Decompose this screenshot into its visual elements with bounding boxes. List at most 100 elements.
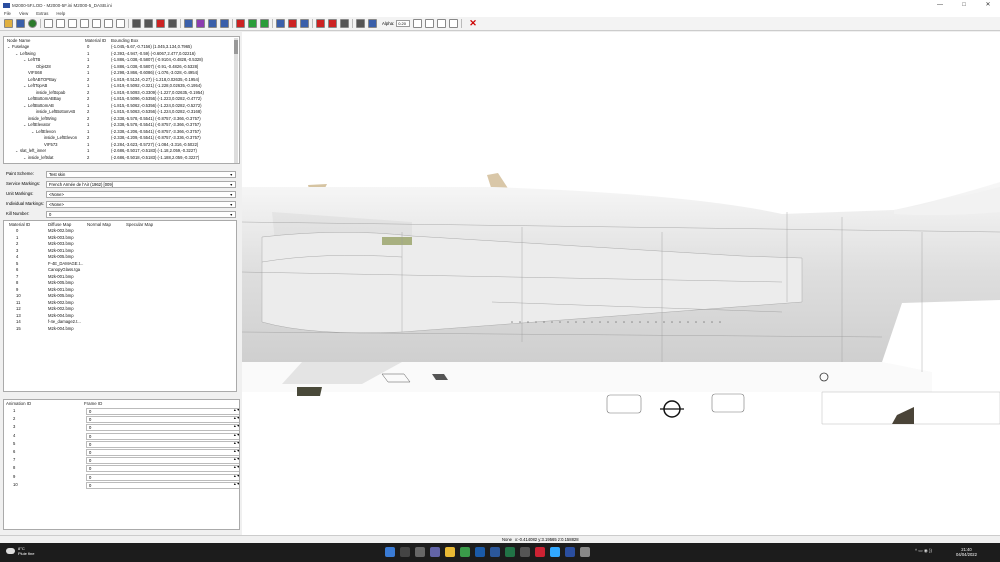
save-icon[interactable] xyxy=(16,19,25,28)
frame-id-stepper[interactable]: 0 ▲▼ xyxy=(86,457,239,465)
system-tray[interactable]: ^ ▭ ◉ )) xyxy=(915,548,932,554)
copy-icon[interactable] xyxy=(449,19,459,28)
select-icon[interactable] xyxy=(44,19,53,28)
chat-icon[interactable] xyxy=(430,547,440,557)
unit-markings-select[interactable]: <None> ▼ xyxy=(46,191,236,198)
col-node-name[interactable]: Node Name xyxy=(7,37,30,44)
clock[interactable]: 21:40 04/04/2022 xyxy=(956,547,977,557)
specular-map-icon[interactable] xyxy=(220,19,229,28)
spinner-arrows-icon[interactable]: ▲▼ xyxy=(233,425,239,429)
menu-file[interactable]: File xyxy=(4,11,11,16)
damage-icon[interactable] xyxy=(236,19,245,28)
record-icon[interactable] xyxy=(288,19,297,28)
frame-id-stepper[interactable]: 0 ▲▼ xyxy=(86,473,239,481)
frame-icon[interactable] xyxy=(425,19,435,28)
animation-icon[interactable] xyxy=(260,19,269,28)
3d-viewport[interactable] xyxy=(242,32,1000,535)
view-left-icon[interactable] xyxy=(80,19,89,28)
camera-icon[interactable] xyxy=(276,19,285,28)
paint-scheme-select[interactable]: Test skin ▼ xyxy=(46,171,236,178)
excel-icon[interactable] xyxy=(505,547,515,557)
spinner-arrows-icon[interactable]: ▲▼ xyxy=(233,449,239,453)
view-bottom-icon[interactable] xyxy=(116,19,125,28)
view-front-icon[interactable] xyxy=(56,19,65,28)
close-button[interactable]: ✕ xyxy=(976,0,1000,10)
scrollbar-thumb[interactable] xyxy=(234,40,238,54)
export-icon[interactable] xyxy=(300,19,309,28)
menu-help[interactable]: Help xyxy=(56,11,65,16)
col-specular-map[interactable]: Specular Map xyxy=(126,221,153,228)
chrome-icon[interactable] xyxy=(460,547,470,557)
grid-icon[interactable] xyxy=(368,19,377,28)
spinner-arrows-icon[interactable]: ▲▼ xyxy=(233,474,239,478)
spinner-arrows-icon[interactable]: ▲▼ xyxy=(233,433,239,437)
view-back-icon[interactable] xyxy=(68,19,77,28)
wireframe-icon[interactable] xyxy=(132,19,141,28)
start-icon[interactable] xyxy=(385,547,395,557)
light-icon[interactable] xyxy=(184,19,193,28)
shaded-icon[interactable] xyxy=(156,19,165,28)
bomb-icon[interactable] xyxy=(328,19,337,28)
col-bounding-box[interactable]: Bounding Box xyxy=(111,37,138,44)
gear-icon[interactable] xyxy=(340,19,349,28)
frame-id-stepper[interactable]: 0 ▲▼ xyxy=(86,449,239,456)
search-icon[interactable] xyxy=(400,547,410,557)
menu-extras[interactable]: Extras xyxy=(36,11,48,16)
minimize-button[interactable]: — xyxy=(928,0,952,10)
alpha-input[interactable]: 0.20 xyxy=(396,20,411,27)
outlook-icon[interactable] xyxy=(475,547,485,557)
individual-markings-select[interactable]: <None> ▼ xyxy=(46,201,236,208)
spinner-arrows-icon[interactable]: ▲▼ xyxy=(233,441,239,445)
tree-scrollbar[interactable] xyxy=(234,38,238,163)
material-icon[interactable] xyxy=(196,19,205,28)
file-explorer-icon[interactable] xyxy=(445,547,455,557)
col-diffuse-map[interactable]: Diffuse Map xyxy=(48,221,71,228)
col-frame-id[interactable]: Frame ID xyxy=(84,400,102,407)
col-material-id[interactable]: Material ID xyxy=(85,37,106,44)
frame-id-stepper[interactable]: 0 ▲▼ xyxy=(86,481,239,489)
kill-number-select[interactable]: 0 ▼ xyxy=(46,211,236,218)
task-view-icon[interactable] xyxy=(415,547,425,557)
tools-icon[interactable]: ✕ xyxy=(469,19,477,28)
weather-widget[interactable]: 8°C Pluie fine xyxy=(6,546,34,556)
col-normal-map[interactable]: Normal Map xyxy=(87,221,111,228)
col-animation-id[interactable]: Animation ID xyxy=(6,400,31,407)
open-folder-icon[interactable] xyxy=(4,19,13,28)
maximize-button[interactable]: □ xyxy=(952,0,976,10)
frame-id-stepper[interactable]: 0 ▲▼ xyxy=(86,465,239,473)
diffuse-map-cell[interactable]: M2k-004.bmp xyxy=(48,326,74,333)
axes-icon[interactable] xyxy=(437,19,447,28)
transparency-icon[interactable] xyxy=(413,19,423,28)
service-markings-select[interactable]: French Armée de l'Air (1962) [009] ▼ xyxy=(46,181,236,188)
col-material-id[interactable]: Material ID xyxy=(9,221,30,228)
app-icon[interactable] xyxy=(580,547,590,557)
box-icon[interactable] xyxy=(356,19,365,28)
marker-icon[interactable] xyxy=(316,19,325,28)
spinner-arrows-icon[interactable]: ▲▼ xyxy=(233,482,239,486)
lod-editor-icon[interactable] xyxy=(565,547,575,557)
texture-icon[interactable] xyxy=(28,19,37,28)
normal-map-icon[interactable] xyxy=(208,19,217,28)
app-icon[interactable] xyxy=(520,547,530,557)
frame-id-stepper[interactable]: 0 ▲▼ xyxy=(86,440,239,448)
spinner-arrows-icon[interactable]: ▲▼ xyxy=(233,457,239,461)
lod-icon[interactable] xyxy=(248,19,257,28)
frame-id-stepper[interactable]: 0 ▲▼ xyxy=(86,432,239,440)
pdf-icon[interactable] xyxy=(535,547,545,557)
view-top-icon[interactable] xyxy=(104,19,113,28)
solid-icon[interactable] xyxy=(144,19,153,28)
spinner-arrows-icon[interactable]: ▲▼ xyxy=(233,416,239,420)
menu-view[interactable]: View xyxy=(19,11,28,16)
frame-id-stepper[interactable]: 0 ▲▼ xyxy=(86,416,239,424)
frame-id-stepper[interactable]: 0 ▲▼ xyxy=(86,408,239,415)
frame-id-stepper[interactable]: 0 ▲▼ xyxy=(86,424,239,432)
photoshop-icon[interactable] xyxy=(550,547,560,557)
view-right-icon[interactable] xyxy=(92,19,101,28)
word-icon[interactable] xyxy=(490,547,500,557)
animation-table[interactable]: Animation ID Frame ID 1 0 ▲▼ 2 0 ▲▼ 3 0 ▲▼ 4 0 ▲▼ 5 0… xyxy=(3,399,240,530)
node-tree[interactable]: Node Name Material ID Bounding Box ⌄Fuse… xyxy=(3,36,240,164)
spinner-arrows-icon[interactable]: ▲▼ xyxy=(233,408,239,412)
textured-icon[interactable] xyxy=(168,19,177,28)
material-table[interactable]: Material ID Diffuse Map Normal Map Specu… xyxy=(3,220,237,392)
spinner-arrows-icon[interactable]: ▲▼ xyxy=(233,466,239,470)
